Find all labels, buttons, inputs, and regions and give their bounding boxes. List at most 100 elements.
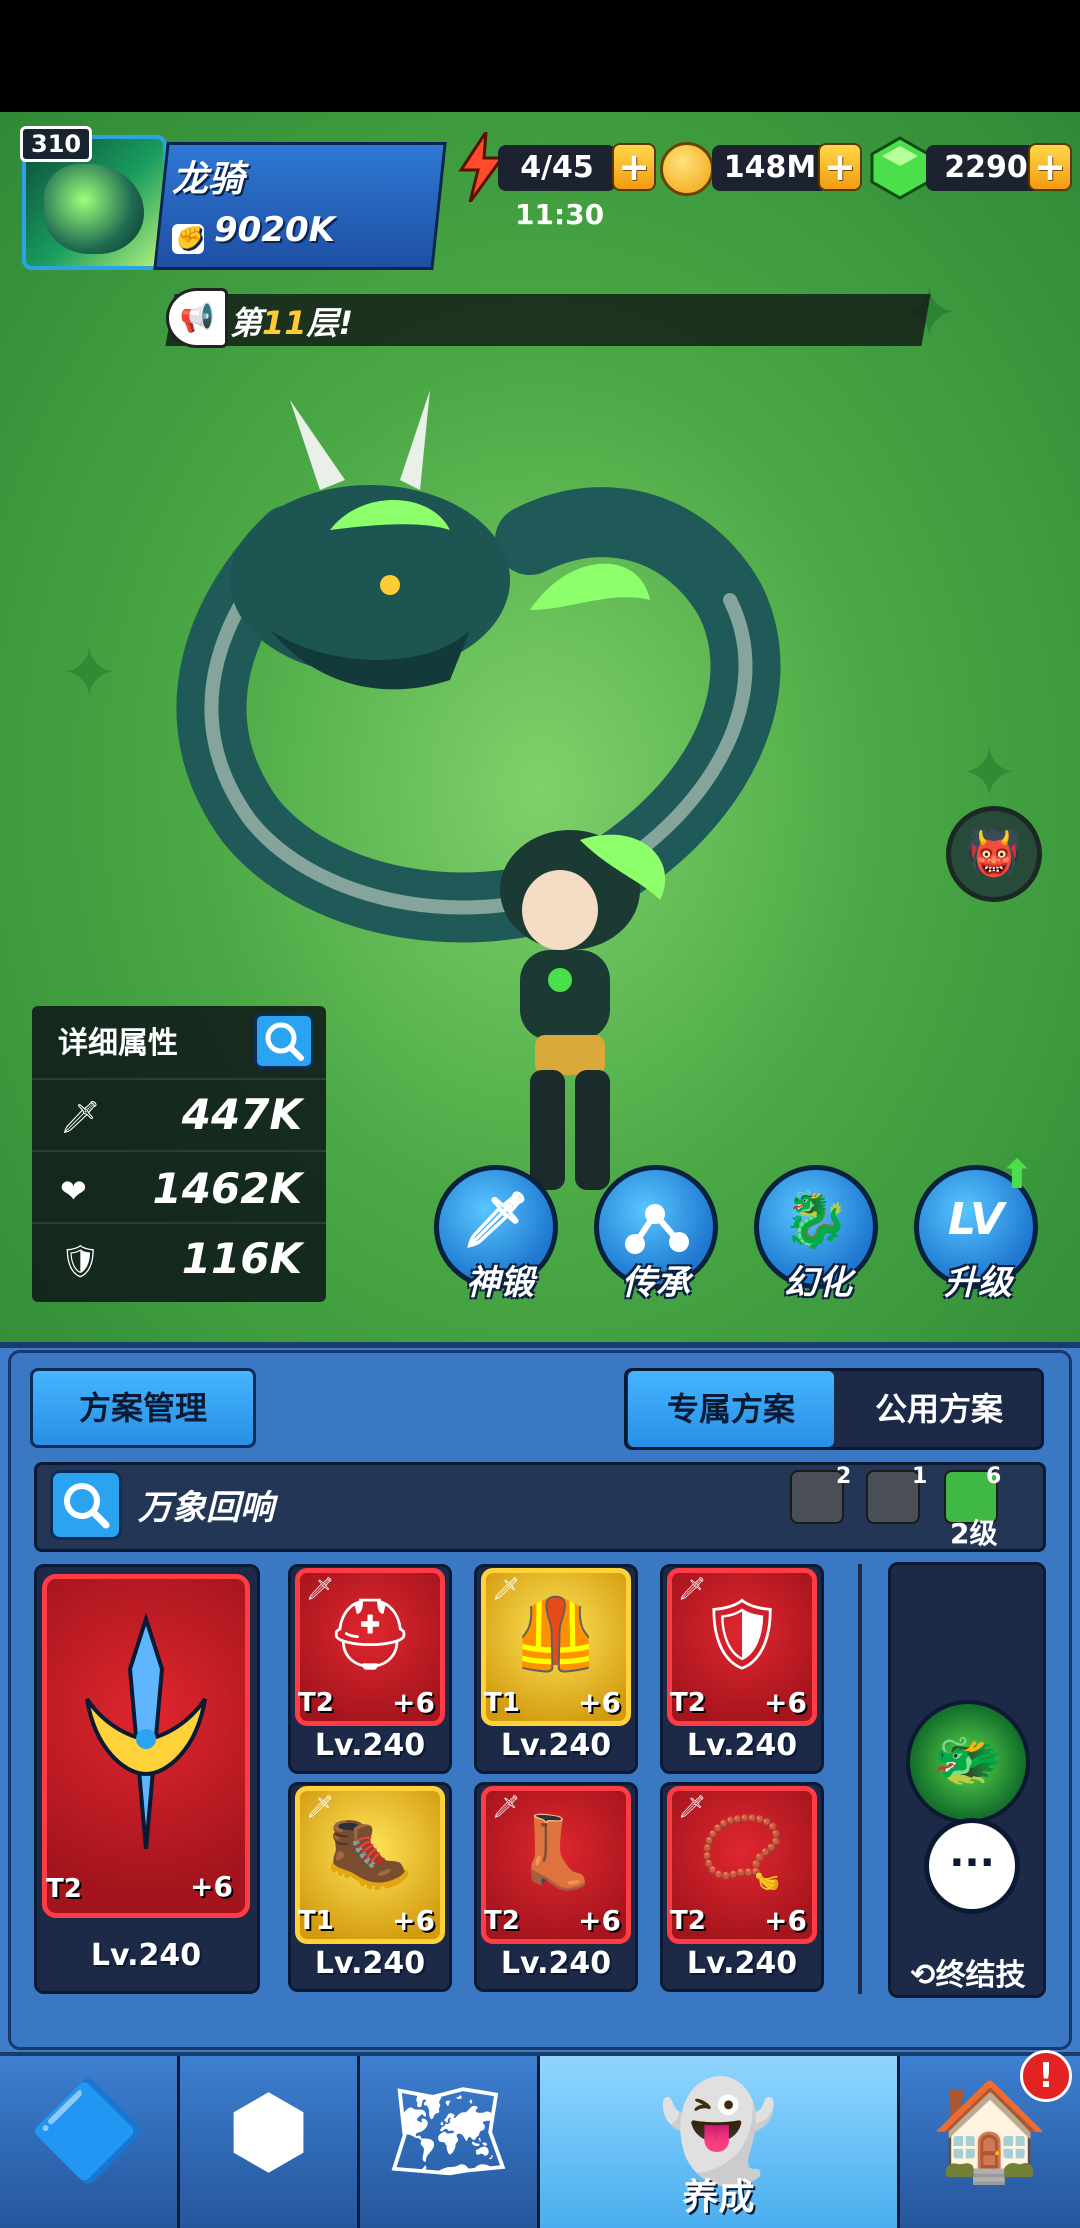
stats-search-button[interactable] — [254, 1013, 314, 1069]
stat-row-hp: ❤ 1462K — [32, 1154, 326, 1226]
stat-row-attack: 🗡 447K — [32, 1080, 326, 1152]
weapon-card[interactable] — [42, 1574, 250, 1918]
sword-icon: 🗡 — [678, 1577, 706, 1602]
hero-character-artwork — [500, 830, 666, 1190]
equip-level: Lv.240 — [500, 1946, 612, 1981]
sword-icon: 🗡 — [306, 1577, 334, 1602]
hp-value: 1462K — [152, 1164, 302, 1213]
coin-counter: 148M — [712, 145, 828, 191]
player-level-badge: 310 — [20, 126, 93, 162]
trident-icon — [85, 1612, 207, 1850]
status-bar — [0, 0, 1080, 112]
equip-tier: T1 — [298, 1906, 334, 1936]
gem-icon — [870, 136, 930, 200]
treasure-map-icon: 🗺 — [387, 2075, 510, 2187]
forge-label: 神锻 — [466, 1263, 534, 1303]
hex-rune-icon: ⬢ — [226, 2075, 311, 2187]
energy-timer: 11:30 — [515, 198, 605, 231]
announcement-text: 第11层! — [230, 298, 353, 344]
equip-tier: T2 — [670, 1688, 706, 1718]
divider — [858, 1564, 862, 1994]
stats-title: 详细属性 — [58, 1026, 178, 1061]
helmet-icon: ⛑ — [325, 1593, 415, 1675]
divider — [32, 1150, 326, 1152]
set-search-button[interactable] — [50, 1470, 122, 1540]
equip-level: Lv.240 — [314, 1728, 426, 1763]
ultimate-label: ⟲终结技 — [890, 1950, 1046, 1994]
weapon-plus: +6 — [190, 1870, 233, 1903]
equip-level: Lv.240 — [314, 1946, 426, 1981]
coin-icon — [660, 142, 714, 196]
scheme-manage-button[interactable]: 方案管理 — [30, 1368, 256, 1448]
equip-plus: +6 — [578, 1904, 621, 1937]
hero-name: 龙骑 — [172, 159, 245, 200]
set-count-2: 1 — [912, 1464, 928, 1489]
bg-pattern-icon: ✦ — [60, 632, 119, 714]
swap-icon: ⟲ — [910, 1958, 936, 1993]
set-level: 2级 — [950, 1517, 998, 1550]
nav-develop[interactable]: 👻 养成 — [540, 2056, 900, 2228]
necklace-icon: 📿 — [698, 1811, 786, 1893]
equip-level: Lv.240 — [500, 1728, 612, 1763]
inherit-label: 传承 — [622, 1263, 690, 1303]
ultimate-label-text: 终结技 — [935, 1958, 1026, 1993]
tab-exclusive-scheme[interactable]: 专属方案 — [628, 1371, 834, 1447]
sword-icon: 🗡 — [306, 1795, 334, 1820]
coin-add-button[interactable]: + — [818, 143, 862, 191]
ultimate-dragon-icon[interactable]: 🐲 — [906, 1700, 1030, 1824]
search-icon — [64, 1483, 110, 1529]
heart-icon: ❤ — [60, 1172, 87, 1210]
greaves-icon: 👢 — [512, 1811, 600, 1893]
attack-value: 447K — [181, 1090, 302, 1139]
announcement-highlight: 11 — [262, 304, 307, 342]
equip-tier: T1 — [484, 1688, 520, 1718]
equip-tier: T2 — [670, 1906, 706, 1936]
nav-rune[interactable]: ⬢ — [180, 2056, 360, 2228]
equip-level: Lv.240 — [686, 1946, 798, 1981]
sword-icon: 🗡 — [678, 1795, 706, 1820]
shoulder-icon: 🛡 — [697, 1593, 787, 1675]
sword-icon: 🗡 — [60, 1098, 101, 1136]
combat-power: ✊ 9020K — [172, 210, 335, 254]
demon-face-icon: 👹 — [966, 828, 1022, 879]
energy-counter: 4/45 — [498, 145, 616, 191]
defense-value: 116K — [181, 1234, 302, 1283]
nav-develop-label: 养成 — [682, 2177, 755, 2218]
skin-switch-button[interactable]: 👹 — [946, 806, 1042, 902]
equip-tier: T2 — [484, 1906, 520, 1936]
combat-power-value: 9020K — [214, 210, 335, 250]
weapon-level: Lv.240 — [90, 1938, 202, 1973]
stat-row-defense: 🛡 116K — [32, 1224, 326, 1296]
announcement-suffix: 层! — [306, 304, 354, 342]
shield-icon: 🛡 — [60, 1242, 101, 1280]
armor-icon: 🦺 — [512, 1593, 600, 1675]
set-name: 万象回响 — [138, 1488, 274, 1528]
nav-battle[interactable]: 🔷 — [0, 2056, 180, 2228]
equip-plus: +6 — [392, 1686, 435, 1719]
set-count-1: 2 — [836, 1464, 852, 1489]
equip-plus: +6 — [764, 1904, 807, 1937]
megaphone-icon: 📢 — [166, 288, 228, 348]
upgrade-available-icon: ⬆ — [1000, 1152, 1034, 1198]
sword-icon: 🗡 — [492, 1795, 520, 1820]
weapon-tier: T2 — [46, 1874, 82, 1904]
set-count-3: 6 — [986, 1464, 1002, 1489]
gem-add-button[interactable]: + — [1028, 143, 1072, 191]
search-icon — [265, 1022, 304, 1061]
level-up-label: 升级 — [944, 1263, 1012, 1303]
equip-tier: T2 — [298, 1688, 334, 1718]
nav-map[interactable]: 🗺 — [360, 2056, 540, 2228]
notification-badge: ! — [1020, 2050, 1072, 2102]
energy-add-button[interactable]: + — [612, 143, 656, 191]
announcement-prefix: 第 — [230, 304, 263, 342]
transform-label: 幻化 — [784, 1263, 852, 1303]
equip-plus: +6 — [392, 1904, 435, 1937]
bg-pattern-icon: ✦ — [960, 732, 1019, 814]
sword-icon: 🗡 — [492, 1577, 520, 1602]
boot-icon: 🥾 — [326, 1811, 414, 1893]
equip-plus: +6 — [578, 1686, 621, 1719]
fist-icon: ✊ — [172, 224, 204, 254]
chat-bubble-icon[interactable]: ··· — [924, 1818, 1020, 1914]
equip-level: Lv.240 — [686, 1728, 798, 1763]
tab-public-scheme[interactable]: 公用方案 — [836, 1371, 1042, 1447]
